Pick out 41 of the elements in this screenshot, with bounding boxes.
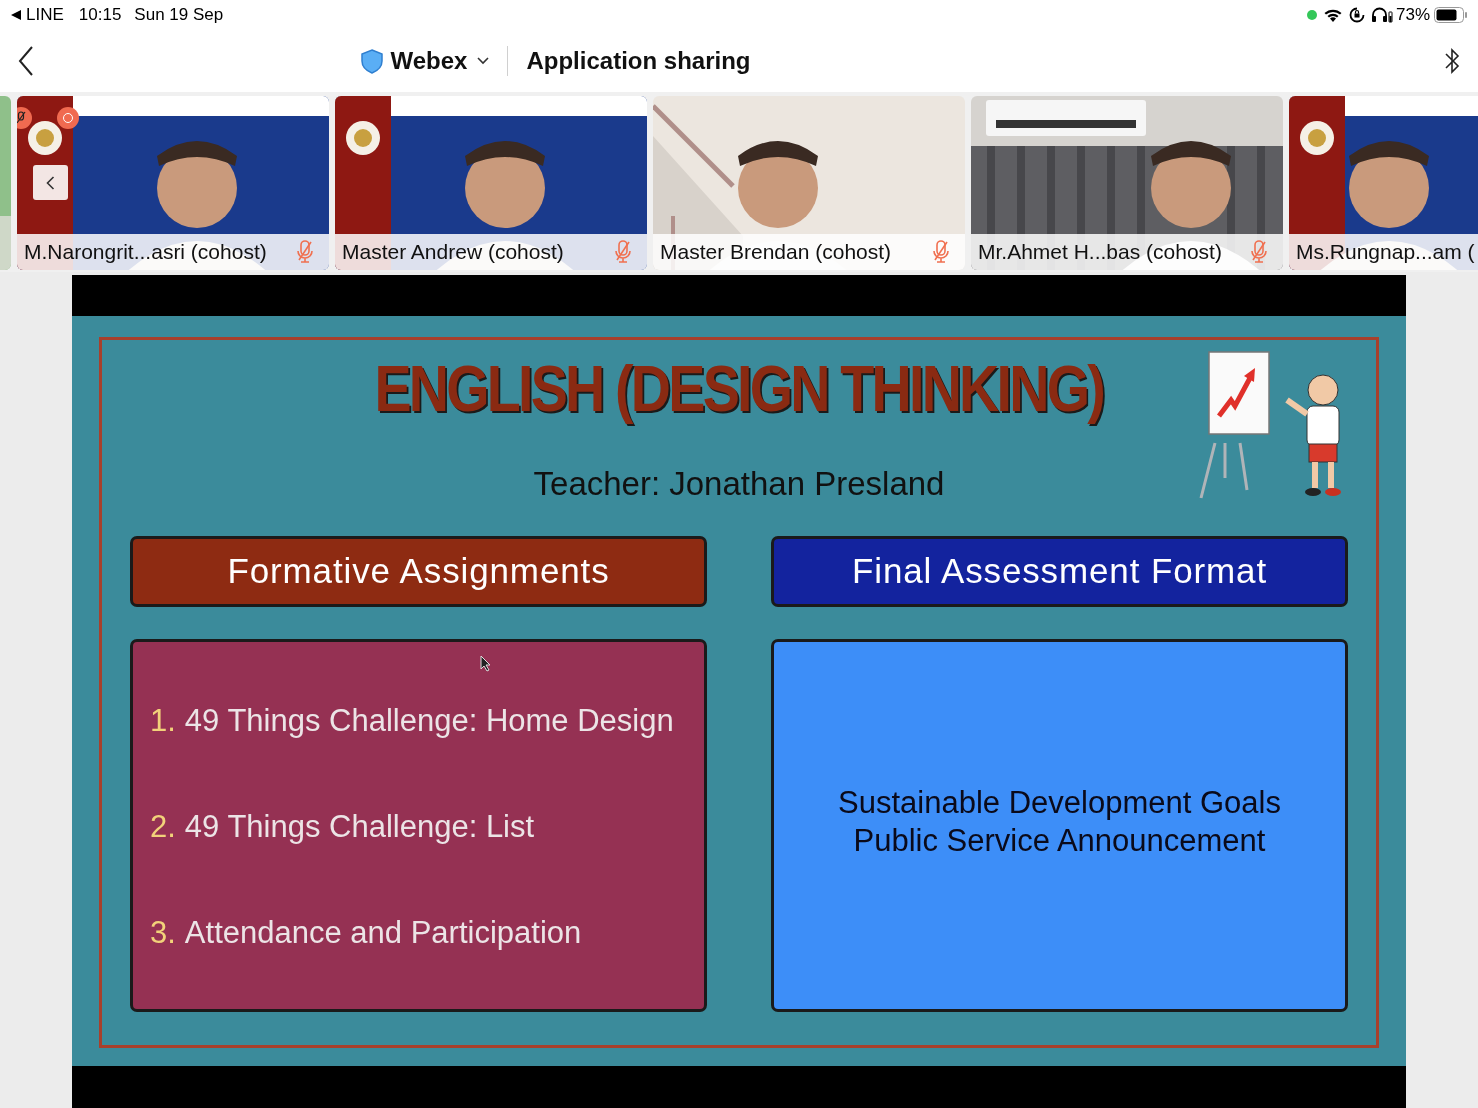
video-tile[interactable]: M.Narongrit...asri (cohost)	[17, 96, 329, 270]
app-switcher-button[interactable]: Webex	[360, 43, 490, 79]
status-date: Sun 19 Sep	[134, 4, 224, 27]
headphones-icon	[1370, 7, 1393, 23]
item-number: 1.	[150, 702, 176, 740]
item-number: 2.	[150, 808, 176, 846]
video-tile[interactable]: Ms.Rungnap...am (	[1289, 96, 1478, 270]
slide-title: ENGLISH (DESIGN THINKING)	[374, 354, 1104, 424]
participant-name: M.Narongrit...asri (cohost)	[24, 239, 267, 266]
battery-percent: 73%	[1395, 4, 1430, 27]
shield-icon	[360, 48, 383, 74]
rotation-lock-icon	[1348, 7, 1365, 23]
camera-indicator-icon	[1306, 10, 1317, 20]
chevron-left-icon	[18, 46, 34, 76]
item-text: 49 Things Challenge: List	[184, 808, 535, 846]
participant-name: Ms.Rungnap...am (	[1296, 239, 1475, 266]
chevron-down-icon	[477, 57, 490, 65]
participant-name: Mr.Ahmet H...bas (cohost)	[978, 239, 1222, 266]
status-time: 10:15	[78, 4, 122, 27]
item-text: 49 Things Challenge: Home Design	[184, 702, 674, 740]
item-text: Attendance and Participation	[184, 914, 582, 952]
video-tile[interactable]: Master Andrew (cohost)	[335, 96, 647, 270]
item-number: 3.	[150, 914, 176, 952]
participant-name: Master Brendan (cohost)	[660, 239, 892, 266]
video-tile[interactable]: Master Brendan (cohost)	[653, 96, 965, 270]
section-heading: Final Assessment Format	[771, 536, 1348, 607]
mouse-pointer-icon	[480, 655, 492, 672]
chevron-left-icon	[46, 175, 55, 190]
wifi-icon	[1322, 7, 1343, 23]
participant-name: Master Andrew (cohost)	[342, 239, 564, 266]
video-tile[interactable]: Mr.Ahmet H...bas (cohost)	[971, 96, 1283, 270]
screen-title: Application sharing	[526, 46, 751, 76]
battery-icon	[1434, 7, 1468, 23]
assessment-text: Sustainable Development Goals	[838, 783, 1281, 822]
section-heading: Formative Assignments	[130, 536, 707, 607]
back-app-label[interactable]: LINE	[26, 2, 64, 28]
bluetooth-icon[interactable]	[1444, 46, 1460, 76]
back-triangle-icon[interactable]	[10, 9, 22, 21]
collapse-button[interactable]	[33, 165, 68, 200]
teacher-name: Teacher: Jonathan Presland	[533, 464, 945, 504]
assessment-text: Public Service Announcement	[853, 821, 1266, 860]
